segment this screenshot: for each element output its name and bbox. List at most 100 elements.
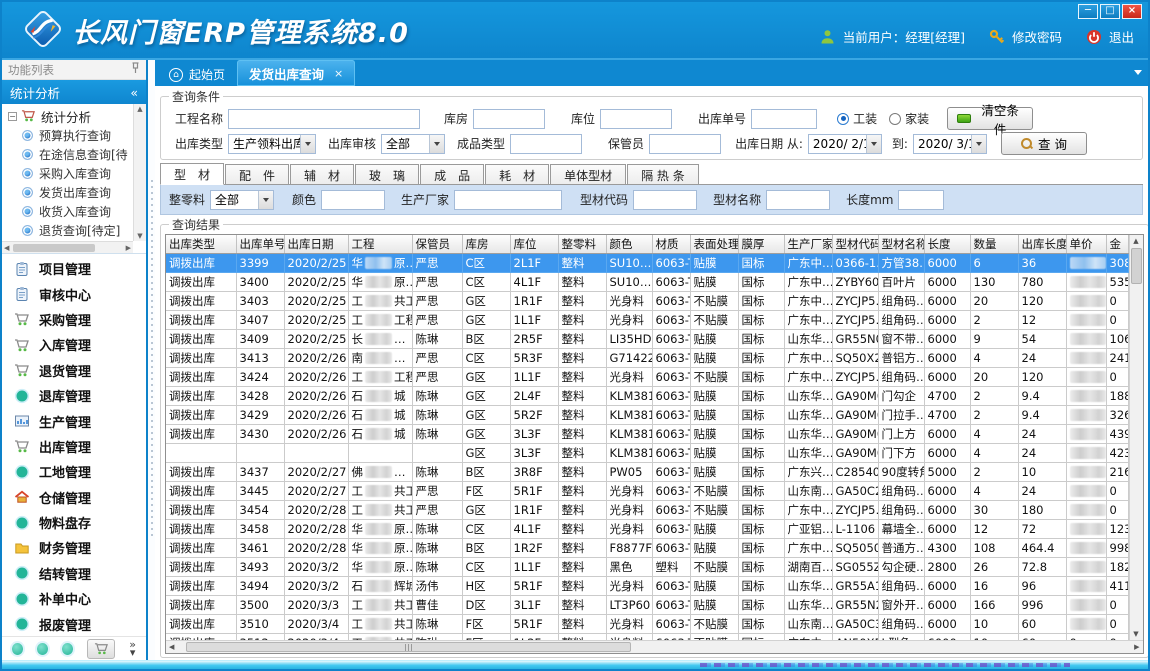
warehouse-input[interactable] bbox=[473, 109, 545, 129]
manufacturer-input[interactable] bbox=[454, 190, 562, 210]
tab-home[interactable]: ⌂ 起始页 bbox=[157, 63, 237, 86]
table-row[interactable]: 调拨出库34942020/3/2石辉城汤伟H区5R1F整料光身料6063-T5贴… bbox=[166, 576, 1128, 595]
sidebar-item-报废管理[interactable]: 报废管理 bbox=[2, 611, 146, 636]
grid-vertical-scrollbar[interactable]: ▲▼ bbox=[1129, 235, 1143, 640]
footer-cart-button[interactable] bbox=[87, 639, 115, 659]
date-to-picker[interactable]: 2020/ 3/16 bbox=[913, 134, 987, 154]
sidebar-item-结转管理[interactable]: 结转管理 bbox=[2, 561, 146, 586]
table-row[interactable]: 调拨出库34302020/2/26石城陈琳G区3L3F整料KLM38176063… bbox=[166, 424, 1128, 443]
collapse-icon[interactable]: « bbox=[130, 85, 138, 100]
sidebar-item-退货管理[interactable]: 退货管理 bbox=[2, 358, 146, 383]
vscroll-thumb[interactable] bbox=[1131, 248, 1142, 284]
outbound-order-input[interactable] bbox=[751, 109, 817, 129]
radio-jiazhuang[interactable]: 家装 bbox=[889, 110, 929, 127]
table-row[interactable]: 调拨出库34282020/2/26石城陈琳G区2L4F整料KLM38176063… bbox=[166, 386, 1128, 405]
table-row[interactable]: 调拨出库34292020/2/26石城陈琳G区5R2F整料KLM38176063… bbox=[166, 405, 1128, 424]
table-row[interactable]: 调拨出库34242020/2/26工工程严思G区1L1F整料光身料6063-T5… bbox=[166, 367, 1128, 386]
project-name-input[interactable] bbox=[228, 109, 420, 129]
column-header-金[interactable]: 金 bbox=[1106, 235, 1128, 253]
sidebar-item-审核中心[interactable]: 审核中心 bbox=[2, 281, 146, 306]
tree-item-在途信息查询[待[interactable]: 在途信息查询[待 bbox=[8, 145, 133, 164]
column-header-数量[interactable]: 数量 bbox=[970, 235, 1018, 253]
maximize-button[interactable]: □ bbox=[1100, 4, 1120, 19]
column-header-单价[interactable]: 单价 bbox=[1066, 235, 1106, 253]
table-row[interactable]: G区3L3F整料KLM38176063-T5贴膜国标山东华…GA90M09.门下… bbox=[166, 443, 1128, 462]
tree-expand-icon[interactable]: − bbox=[8, 112, 17, 121]
sidebar-item-物料盘存[interactable]: 物料盘存 bbox=[2, 510, 146, 535]
profile-code-input[interactable] bbox=[633, 190, 697, 210]
table-row[interactable]: 调拨出库35102020/3/4工共工程陈琳F区5R1F整料光身料6063-T5… bbox=[166, 614, 1128, 633]
table-row[interactable]: 调拨出库34612020/2/28华原…陈琳B区1R2F整料F8877FT606… bbox=[166, 538, 1128, 557]
table-row[interactable]: 调拨出库34932020/3/2华原…陈琳C区1L1F整料黑色塑料不贴膜国标湖南… bbox=[166, 557, 1128, 576]
table-row[interactable]: 调拨出库34092020/2/25长…陈琳B区2R5F整料LI35HD6063-… bbox=[166, 329, 1128, 348]
footer-dot-icon[interactable] bbox=[12, 643, 23, 655]
pin-icon[interactable] bbox=[131, 62, 140, 77]
material-tab-玻璃[interactable]: 玻 璃 bbox=[355, 164, 419, 185]
column-header-库位[interactable]: 库位 bbox=[510, 235, 558, 253]
length-input[interactable] bbox=[898, 190, 944, 210]
tree-item-退货查询[待定][interactable]: 退货查询[待定] bbox=[8, 221, 133, 240]
whole-piece-select[interactable]: 全部 bbox=[210, 190, 274, 210]
table-row[interactable]: 调拨出库34542020/2/28工共工程严思G区1R1F整料光身料6063-T… bbox=[166, 500, 1128, 519]
column-header-生产厂家[interactable]: 生产厂家 bbox=[784, 235, 832, 253]
location-input[interactable] bbox=[600, 109, 672, 129]
table-row[interactable]: 调拨出库34582020/2/28华原…陈琳C区4L1F整料光身料6063-T5… bbox=[166, 519, 1128, 538]
color-input[interactable] bbox=[321, 190, 385, 210]
column-header-膜厚[interactable]: 膜厚 bbox=[738, 235, 784, 253]
material-tab-耗材[interactable]: 耗 材 bbox=[485, 164, 549, 185]
sidebar-item-补单中心[interactable]: 补单中心 bbox=[2, 586, 146, 611]
product-type-input[interactable] bbox=[510, 134, 582, 154]
table-row[interactable]: 调拨出库34002020/2/25华原…严思C区4L1F整料SU10…6063-… bbox=[166, 272, 1128, 291]
column-header-出库长度[interactable]: 出库长度 bbox=[1018, 235, 1066, 253]
tab-shipment-outbound-query[interactable]: 发货出库查询 × bbox=[237, 60, 355, 86]
logout-link[interactable]: 退出 bbox=[1109, 27, 1134, 46]
material-tab-单体型材[interactable]: 单体型材 bbox=[550, 164, 626, 185]
tree-item-收货入库查询[interactable]: 收货入库查询 bbox=[8, 202, 133, 221]
material-tab-隔热条[interactable]: 隔 热 条 bbox=[627, 164, 699, 185]
date-from-picker[interactable]: 2020/ 2/16 bbox=[808, 134, 882, 154]
sidebar-item-财务管理[interactable]: 财务管理 bbox=[2, 535, 146, 560]
material-tab-型材[interactable]: 型 材 bbox=[160, 163, 224, 185]
profile-name-input[interactable] bbox=[766, 190, 830, 210]
column-header-颜色[interactable]: 颜色 bbox=[606, 235, 652, 253]
stats-section-header[interactable]: 统计分析 « bbox=[2, 80, 146, 104]
sidebar-splitter[interactable] bbox=[148, 60, 155, 660]
table-row[interactable]: 调拨出库35122020/3/4工共工程陈琳F区1L2F整料光身料6063-T5… bbox=[166, 633, 1128, 640]
table-row[interactable]: 调拨出库35002020/3/3工共工程曹佳D区3L1F整料LT3P606063… bbox=[166, 595, 1128, 614]
material-tab-辅材[interactable]: 辅 材 bbox=[290, 164, 354, 185]
sidebar-item-采购管理[interactable]: 采购管理 bbox=[2, 307, 146, 332]
column-header-保管员[interactable]: 保管员 bbox=[412, 235, 462, 253]
column-header-出库类型[interactable]: 出库类型 bbox=[166, 235, 236, 253]
close-button[interactable]: × bbox=[1122, 4, 1142, 19]
tree-horizontal-scrollbar[interactable]: ◀▶ bbox=[2, 241, 133, 253]
sidebar-item-项目管理[interactable]: 项目管理 bbox=[2, 256, 146, 281]
minimize-button[interactable]: ─ bbox=[1078, 4, 1098, 19]
search-button[interactable]: 查 询 bbox=[1001, 132, 1087, 155]
column-header-材质[interactable]: 材质 bbox=[652, 235, 690, 253]
outbound-type-select[interactable]: 生产领料出库 bbox=[228, 134, 316, 154]
footer-dot-icon[interactable] bbox=[37, 643, 48, 655]
tree-root-stats[interactable]: − 统计分析 bbox=[8, 106, 133, 126]
tree-item-预算执行查询[interactable]: 预算执行查询 bbox=[8, 126, 133, 145]
sidebar-item-出库管理[interactable]: 出库管理 bbox=[2, 434, 146, 459]
column-header-出库日期[interactable]: 出库日期 bbox=[284, 235, 348, 253]
footer-chevron[interactable]: »▾ bbox=[129, 641, 136, 657]
sidebar-item-工地管理[interactable]: 工地管理 bbox=[2, 459, 146, 484]
tab-list-dropdown-icon[interactable] bbox=[1134, 70, 1142, 75]
sidebar-item-生产管理[interactable]: 生产管理 bbox=[2, 408, 146, 433]
table-row[interactable]: 调拨出库34072020/2/25工工程严思G区1L1F整料光身料6063-T5… bbox=[166, 310, 1128, 329]
material-tab-配件[interactable]: 配 件 bbox=[225, 164, 289, 185]
material-tab-成品[interactable]: 成 品 bbox=[420, 164, 484, 185]
column-header-表面处理[interactable]: 表面处理 bbox=[690, 235, 738, 253]
tree-item-发货出库查询[interactable]: 发货出库查询 bbox=[8, 183, 133, 202]
grid-horizontal-scrollbar[interactable]: ◀▶ bbox=[166, 640, 1143, 653]
footer-dot-icon[interactable] bbox=[62, 643, 73, 655]
table-row[interactable]: 调拨出库34452020/2/27工共工程严思F区5R1F整料光身料6063-T… bbox=[166, 481, 1128, 500]
table-row[interactable]: 调拨出库33992020/2/25华原…严思C区2L1F整料SU10…6063-… bbox=[166, 253, 1128, 272]
table-row[interactable]: 调拨出库34372020/2/27佛…陈琳B区3R8F整料PW056063-T5… bbox=[166, 462, 1128, 481]
table-row[interactable]: 调拨出库34132020/2/26南…严思C区5R3F整料G714226063-… bbox=[166, 348, 1128, 367]
change-password-link[interactable]: 修改密码 bbox=[1012, 27, 1062, 46]
hscroll-thumb[interactable] bbox=[186, 642, 631, 652]
column-header-长度[interactable]: 长度 bbox=[924, 235, 970, 253]
column-header-库房[interactable]: 库房 bbox=[462, 235, 510, 253]
